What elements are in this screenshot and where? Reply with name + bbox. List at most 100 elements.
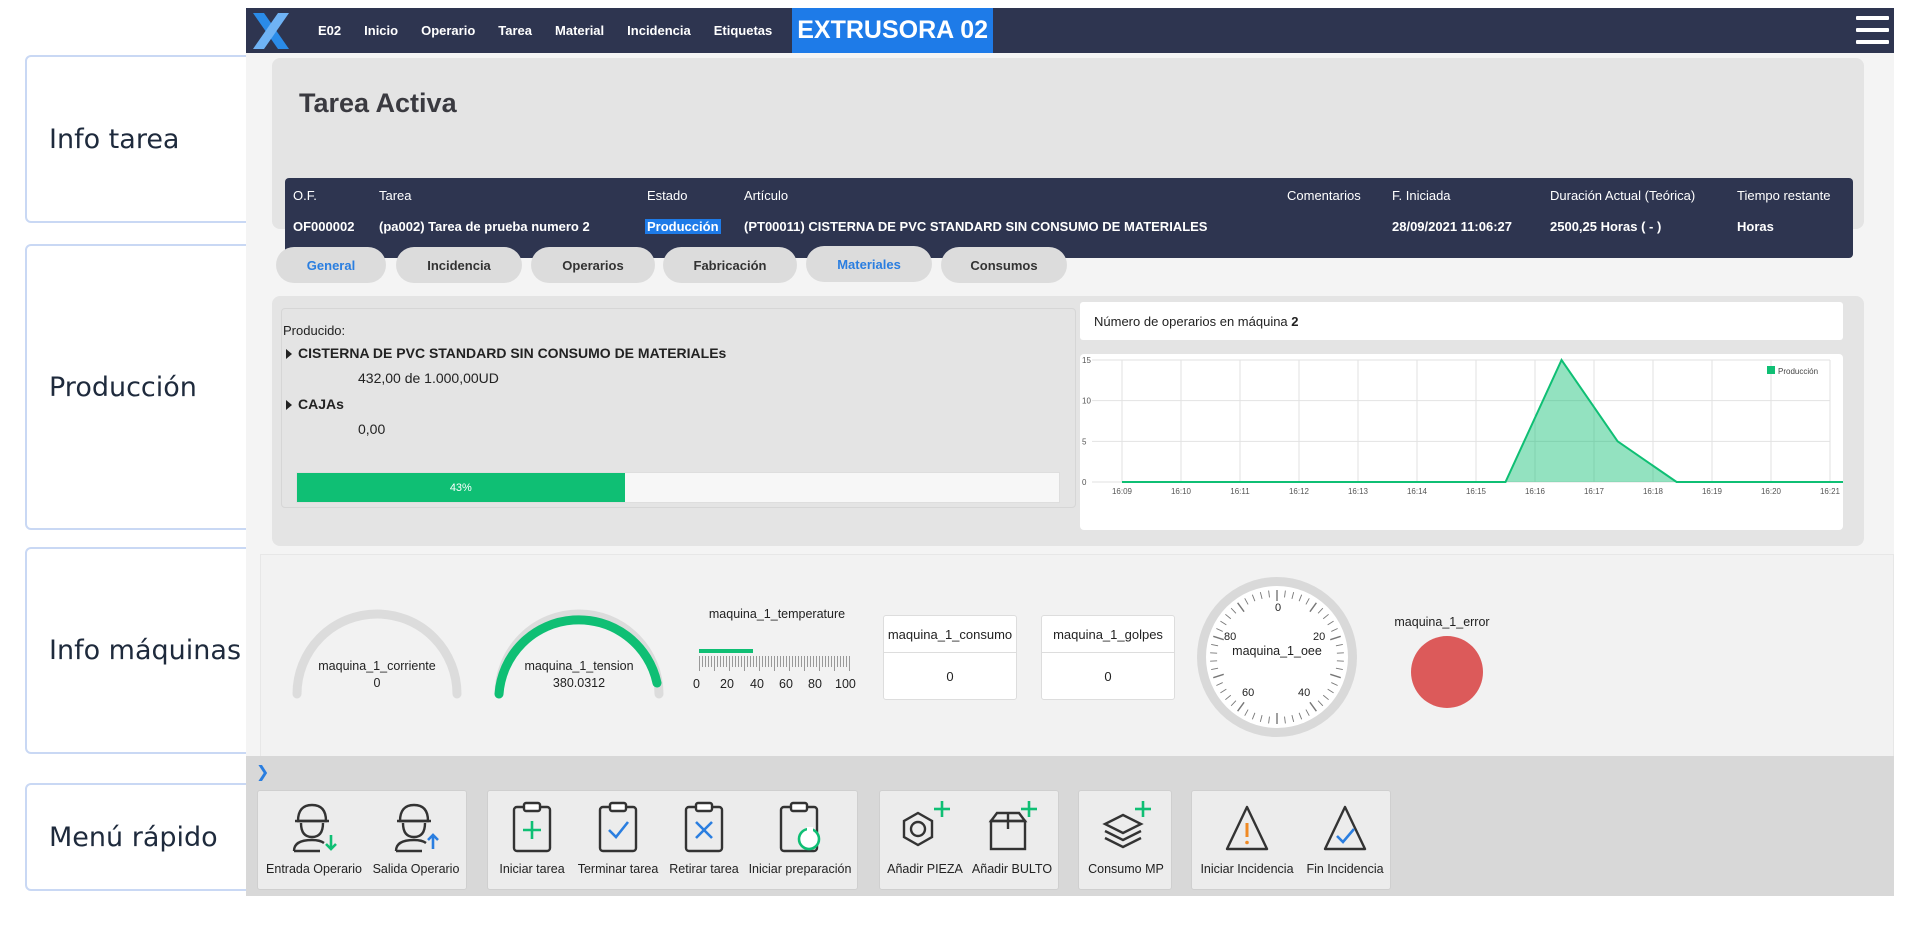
col-header-tarea: Tarea bbox=[379, 188, 412, 203]
error-status-indicator bbox=[1411, 636, 1483, 708]
clipboard-plus-icon bbox=[511, 791, 553, 853]
consumo-mp-button[interactable]: Consumo MP bbox=[1081, 791, 1171, 891]
tab-general[interactable]: General bbox=[276, 247, 386, 283]
active-task-table: O.F. Tarea Estado Artículo Comentarios F… bbox=[285, 178, 1853, 258]
x-tick-label: 16:18 bbox=[1643, 487, 1664, 496]
expand-triangle-icon bbox=[286, 349, 292, 360]
produced-item-1-qty: 432,00 de 1.000,00UD bbox=[358, 370, 499, 386]
nav-inicio[interactable]: Inicio bbox=[364, 23, 398, 38]
produced-item-2[interactable]: CAJAs bbox=[286, 396, 344, 412]
tension-label: maquina_1_tension bbox=[524, 659, 634, 673]
clipboard-x-icon bbox=[683, 791, 725, 853]
cell-estado-badge: Producción bbox=[645, 219, 721, 234]
consumo-card: maquina_1_consumo 0 bbox=[883, 615, 1017, 700]
temperature-scale: 0 20 40 60 80 100 bbox=[693, 677, 863, 691]
tension-value: 380.0312 bbox=[552, 676, 606, 690]
tab-operarios[interactable]: Operarios bbox=[531, 247, 655, 283]
oee-tick-80: 80 bbox=[1224, 631, 1237, 643]
worker-enter-icon bbox=[290, 791, 338, 853]
legend-swatch bbox=[1767, 366, 1775, 374]
temperature-label: maquina_1_temperature bbox=[708, 607, 846, 621]
golpes-value: 0 bbox=[1104, 668, 1112, 684]
x-tick-label: 16:16 bbox=[1525, 487, 1546, 496]
fin-incidencia-button[interactable]: Fin Incidencia bbox=[1300, 791, 1390, 891]
quick-group-items: Añadir PIEZA Añadir BULTO bbox=[879, 790, 1059, 890]
oee-tick-40: 40 bbox=[1298, 687, 1311, 699]
quick-menu-panel: ❯ Entrada Operario Salida Operario Inici… bbox=[246, 756, 1894, 896]
nav-material[interactable]: Material bbox=[555, 23, 604, 38]
tab-consumos[interactable]: Consumos bbox=[941, 247, 1067, 283]
tab-fabricacion[interactable]: Fabricación bbox=[663, 247, 797, 283]
x-tick-label: 16:21 bbox=[1820, 487, 1841, 496]
x-tick-label: 16:19 bbox=[1702, 487, 1723, 496]
production-chart-svg: 0 5 10 15 16:09 16:10 16:11 16:12 16:13 16:14 16:1… bbox=[1082, 356, 1854, 496]
col-header-comentarios: Comentarios bbox=[1287, 188, 1361, 203]
oee-tick-20: 20 bbox=[1313, 631, 1326, 643]
quick-group-incidencias: Iniciar Incidencia Fin Incidencia bbox=[1191, 790, 1391, 890]
cell-duracion: 2500,25 Horas ( - ) bbox=[1550, 219, 1662, 234]
operators-count-box: Número de operarios en máquina 2 bbox=[1080, 302, 1843, 340]
retirar-tarea-button[interactable]: Retirar tarea bbox=[664, 791, 744, 891]
cell-tiempo-restante: Horas bbox=[1737, 219, 1774, 234]
nav-operario[interactable]: Operario bbox=[421, 23, 475, 38]
nav-tarea[interactable]: Tarea bbox=[498, 23, 532, 38]
warning-check-icon bbox=[1321, 791, 1369, 853]
col-header-of: O.F. bbox=[293, 188, 317, 203]
x-tick-label: 16:13 bbox=[1348, 487, 1369, 496]
app-logo-icon[interactable] bbox=[246, 8, 296, 53]
temp-tick: 80 bbox=[808, 677, 822, 691]
cell-f-iniciada: 28/09/2021 11:06:27 bbox=[1392, 219, 1512, 234]
salida-operario-button[interactable]: Salida Operario bbox=[366, 791, 466, 891]
warning-exclamation-icon bbox=[1223, 791, 1271, 853]
produced-summary: Producido: CISTERNA DE PVC STANDARD SIN … bbox=[281, 308, 1076, 508]
produced-item-1[interactable]: CISTERNA DE PVC STANDARD SIN CONSUMO DE … bbox=[286, 345, 726, 361]
top-navigation-bar: E02 Inicio Operario Tarea Material Incid… bbox=[246, 8, 1894, 53]
clipboard-refresh-icon bbox=[778, 791, 822, 853]
y-tick-label: 15 bbox=[1082, 356, 1091, 365]
producido-label: Producido: bbox=[283, 323, 346, 338]
iniciar-preparacion-button[interactable]: Iniciar preparación bbox=[744, 791, 856, 891]
error-label: maquina_1_error bbox=[1394, 615, 1490, 629]
x-tick-label: 16:17 bbox=[1584, 487, 1605, 496]
machine-title: EXTRUSORA 02 bbox=[792, 8, 994, 53]
y-tick-label: 10 bbox=[1082, 397, 1091, 406]
clipboard-check-icon bbox=[597, 791, 639, 853]
terminar-tarea-button[interactable]: Terminar tarea bbox=[572, 791, 664, 891]
cell-tarea: (pa002) Tarea de prueba numero 2 bbox=[379, 219, 590, 234]
worker-exit-icon bbox=[392, 791, 440, 853]
nav-e02[interactable]: E02 bbox=[318, 23, 341, 38]
x-tick-label: 16:09 bbox=[1112, 487, 1133, 496]
golpes-card: maquina_1_golpes 0 bbox=[1041, 615, 1175, 700]
tab-materiales[interactable]: Materiales bbox=[806, 246, 932, 282]
tab-incidencia[interactable]: Incidencia bbox=[396, 247, 522, 283]
nut-plus-icon bbox=[898, 791, 952, 853]
iniciar-incidencia-button[interactable]: Iniciar Incidencia bbox=[1194, 791, 1300, 891]
quick-group-tasks: Iniciar tarea Terminar tarea Retirar tar… bbox=[487, 790, 858, 890]
temp-tick: 60 bbox=[779, 677, 793, 691]
nav-etiquetas[interactable]: Etiquetas bbox=[714, 23, 773, 38]
col-header-tiempo-restante: Tiempo restante bbox=[1737, 188, 1831, 203]
anadir-bulto-button[interactable]: Añadir BULTO bbox=[968, 791, 1056, 891]
active-task-card: Tarea Activa O.F. Tarea Estado Artículo … bbox=[272, 58, 1864, 258]
corriente-label: maquina_1_corriente bbox=[318, 659, 436, 673]
oee-label: maquina_1_oee bbox=[1232, 644, 1322, 658]
x-tick-label: 16:10 bbox=[1171, 487, 1192, 496]
anadir-pieza-button[interactable]: Añadir PIEZA bbox=[882, 791, 968, 891]
page-root: Info tarea Producción Info máquinas Menú… bbox=[0, 0, 1913, 927]
hamburger-menu-icon[interactable] bbox=[1856, 16, 1889, 44]
entrada-operario-button[interactable]: Entrada Operario bbox=[262, 791, 366, 891]
chevron-right-icon[interactable]: ❯ bbox=[256, 762, 269, 782]
produced-item-2-qty: 0,00 bbox=[358, 421, 386, 437]
nav-incidencia[interactable]: Incidencia bbox=[627, 23, 691, 38]
machine-info-panel: maquina_1_corriente 0 maquina_1_tension … bbox=[260, 554, 1894, 762]
x-tick-label: 16:14 bbox=[1407, 487, 1428, 496]
temp-tick: 100 bbox=[835, 677, 856, 691]
temperature-level-bar bbox=[699, 649, 753, 653]
production-panel: Producido: CISTERNA DE PVC STANDARD SIN … bbox=[272, 296, 1864, 546]
x-tick-label: 16:20 bbox=[1761, 487, 1782, 496]
iniciar-tarea-button[interactable]: Iniciar tarea bbox=[492, 791, 572, 891]
oee-tick-0: 0 bbox=[1275, 602, 1282, 614]
x-tick-label: 16:15 bbox=[1466, 487, 1487, 496]
app-window: E02 Inicio Operario Tarea Material Incid… bbox=[246, 8, 1894, 896]
series-line bbox=[1122, 357, 1854, 483]
